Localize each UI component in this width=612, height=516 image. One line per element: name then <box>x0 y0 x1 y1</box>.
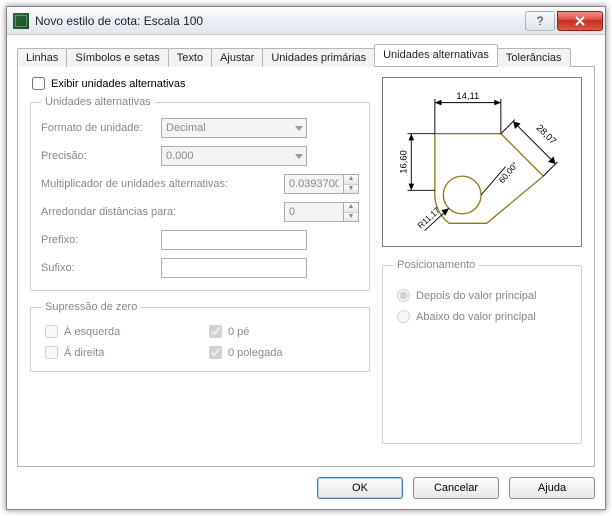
prefix-input[interactable] <box>161 230 307 250</box>
button-bar: OK Cancelar Ajuda <box>17 467 595 499</box>
titlebar: Novo estilo de cota: Escala 100 ? <box>7 7 605 35</box>
tab-texto[interactable]: Texto <box>168 48 212 67</box>
zero-inches-label: 0 polegada <box>228 347 282 359</box>
zero-leading-row: À esquerda <box>45 325 191 338</box>
window-title: Novo estilo de cota: Escala 100 <box>35 14 523 28</box>
dialog-window: Novo estilo de cota: Escala 100 ? Linhas… <box>6 6 606 510</box>
placement-legend: Posicionamento <box>393 259 479 271</box>
tab-linhas[interactable]: Linhas <box>17 48 67 67</box>
multiplier-label: Multiplicador de unidades alternativas: <box>41 178 278 190</box>
tab-ajustar[interactable]: Ajustar <box>211 48 263 67</box>
placement-after-label: Depois do valor principal <box>416 290 536 302</box>
show-alt-units-checkbox[interactable] <box>32 77 45 90</box>
prefix-label: Prefixo: <box>41 234 155 246</box>
app-icon <box>13 13 29 29</box>
placement-below-label: Abaixo do valor principal <box>416 311 536 323</box>
suffix-input[interactable] <box>161 258 307 278</box>
alt-units-legend: Unidades alternativas <box>41 96 155 108</box>
placement-group: Posicionamento Depois do valor principal… <box>382 259 582 444</box>
zero-trailing-row: À direita <box>45 346 191 359</box>
tabstrip: Linhas Símbolos e setas Texto Ajustar Un… <box>17 43 595 67</box>
show-alt-units-row: Exibir unidades alternativas <box>30 77 370 90</box>
unit-format-label: Formato de unidade: <box>41 122 155 134</box>
round-spin-buttons[interactable]: ▲▼ <box>344 202 359 222</box>
ok-button[interactable]: OK <box>317 477 403 499</box>
close-button[interactable] <box>557 11 603 31</box>
right-column: 14,11 16,60 28,07 <box>382 77 582 454</box>
tab-tolerancias[interactable]: Tolerâncias <box>497 48 571 67</box>
zero-feet-checkbox[interactable] <box>209 325 222 338</box>
alt-units-group: Unidades alternativas Formato de unidade… <box>30 96 370 291</box>
multiplier-spin-buttons[interactable]: ▲▼ <box>344 174 359 194</box>
zero-feet-label: 0 pé <box>228 326 249 338</box>
dimension-preview: 14,11 16,60 28,07 <box>382 77 582 247</box>
placement-below-radio[interactable] <box>397 310 410 323</box>
cancel-button[interactable]: Cancelar <box>413 477 499 499</box>
zero-leading-label: À esquerda <box>64 326 120 338</box>
precision-label: Precisão: <box>41 150 155 162</box>
tab-unidades-primarias[interactable]: Unidades primárias <box>262 48 375 67</box>
zero-trailing-checkbox[interactable] <box>45 346 58 359</box>
dim-diag-text: 28,07 <box>534 122 558 146</box>
tab-simbolos[interactable]: Símbolos e setas <box>66 48 168 67</box>
multiplier-spin[interactable] <box>284 174 344 194</box>
zero-leading-checkbox[interactable] <box>45 325 58 338</box>
tab-page: Exibir unidades alternativas Unidades al… <box>17 67 595 467</box>
dim-left-text: 16,60 <box>398 150 409 174</box>
zero-legend: Supressão de zero <box>41 301 141 313</box>
left-column: Exibir unidades alternativas Unidades al… <box>30 77 370 454</box>
client-area: Linhas Símbolos e setas Texto Ajustar Un… <box>7 35 605 509</box>
preview-svg: 14,11 16,60 28,07 <box>383 78 581 246</box>
zero-trailing-label: À direita <box>64 347 104 359</box>
close-icon <box>574 16 586 26</box>
tab-unidades-alternativas[interactable]: Unidades alternativas <box>374 44 498 66</box>
zero-feet-row: 0 pé <box>209 325 355 338</box>
window-controls: ? <box>523 11 603 31</box>
placement-after-radio[interactable] <box>397 289 410 302</box>
help-button-titlebar[interactable]: ? <box>525 11 555 31</box>
dim-top-text: 14,11 <box>456 90 479 101</box>
zero-inches-row: 0 polegada <box>209 346 355 359</box>
help-button[interactable]: Ajuda <box>509 477 595 499</box>
show-alt-units-label: Exibir unidades alternativas <box>51 78 186 90</box>
suffix-label: Sufixo: <box>41 262 155 274</box>
precision-select[interactable] <box>161 146 307 166</box>
zero-inches-checkbox[interactable] <box>209 346 222 359</box>
round-spin[interactable] <box>284 202 344 222</box>
unit-format-select[interactable] <box>161 118 307 138</box>
zero-suppression-group: Supressão de zero À esquerda 0 pé À d <box>30 301 370 372</box>
round-label: Arredondar distâncias para: <box>41 206 278 218</box>
